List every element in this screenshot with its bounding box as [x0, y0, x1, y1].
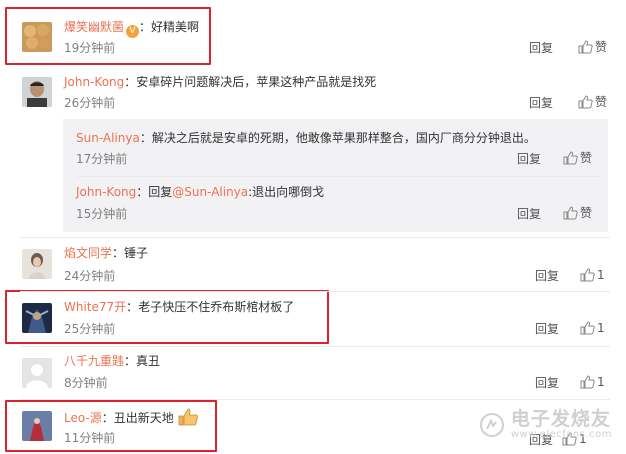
reply-line: Sun-Alinya：解决之后就是安卓的死期，他敢像苹果那样整合，国内厂商分分钟…: [76, 130, 536, 146]
thumbs-up-icon: [580, 268, 595, 282]
comment-text: 好精美啊: [151, 20, 200, 34]
comment-line: Leo-源：丑出新天地: [64, 408, 199, 430]
reply-button[interactable]: 回复: [517, 151, 541, 167]
timestamp: 11分钟前: [64, 431, 116, 445]
thumbs-up-icon: [580, 321, 595, 335]
divider: [76, 176, 601, 177]
comment-text: 真丑: [136, 354, 161, 368]
divider: [20, 346, 610, 347]
comment-line: John-Kong：安卓碎片问题解决后，苹果这种产品就是找死: [64, 74, 376, 90]
reply-button[interactable]: 回复: [529, 95, 553, 111]
divider: [20, 399, 610, 400]
comment-line: 八千九重韪：真丑: [64, 353, 160, 369]
comment-line: 爆笑幽默菌 V ：好精美啊: [64, 19, 199, 38]
watermark-url: www.elecfans.com: [510, 429, 612, 440]
verified-badge-icon: V: [126, 25, 140, 38]
colon-separator: ：: [139, 131, 152, 145]
like-count: 1: [597, 375, 605, 389]
timestamp: 24分钟前: [64, 269, 116, 283]
thumbs-up-icon: [580, 375, 595, 389]
username-link[interactable]: John-Kong: [76, 185, 136, 199]
timestamp: 15分钟前: [76, 207, 128, 221]
thumbs-up-icon: [578, 95, 593, 109]
timestamp: 25分钟前: [64, 322, 116, 336]
watermark-text: 电子发烧友: [510, 408, 611, 430]
colon-separator: ：: [126, 300, 139, 314]
like-button[interactable]: 1: [580, 320, 605, 336]
thumbs-up-icon: [563, 151, 578, 165]
timestamp: 8分钟前: [64, 376, 108, 390]
watermark: 电子发烧友 www.elecfans.com: [479, 409, 612, 440]
colon-separator: ：: [124, 354, 137, 368]
timestamp: 17分钟前: [76, 152, 128, 166]
username-link[interactable]: Sun-Alinya: [76, 131, 140, 145]
like-label: 赞: [580, 206, 593, 220]
divider: [20, 291, 610, 292]
timestamp: 26分钟前: [64, 96, 116, 110]
like-label: 赞: [595, 40, 608, 54]
like-button[interactable]: 赞: [578, 39, 607, 55]
reply-button[interactable]: 回复: [535, 268, 559, 284]
thumbs-up-emoji-icon: [177, 408, 199, 430]
like-button[interactable]: 赞: [563, 205, 592, 221]
like-button[interactable]: 1: [580, 267, 605, 283]
thumbs-up-icon: [563, 206, 578, 220]
colon-separator: ：: [101, 411, 114, 425]
reply-line: John-Kong：回复@Sun-Alinya:退出向哪倒戈: [76, 184, 324, 200]
username-link[interactable]: 焰文同学: [64, 246, 112, 260]
avatar[interactable]: [22, 358, 52, 388]
like-label: 赞: [580, 151, 593, 165]
like-button[interactable]: 1: [580, 374, 605, 390]
avatar[interactable]: [22, 411, 52, 441]
colon-separator: ：: [136, 185, 149, 199]
like-button[interactable]: 赞: [578, 94, 607, 110]
username-link[interactable]: Leo-源: [64, 411, 102, 425]
comment-text: 老子快压不住乔布斯棺材板了: [138, 300, 295, 314]
reply-button[interactable]: 回复: [517, 206, 541, 222]
comment-text: 安卓碎片问题解决后，苹果这种产品就是找死: [136, 75, 377, 89]
avatar[interactable]: [22, 22, 52, 52]
username-link[interactable]: 八千九重韪: [64, 354, 124, 368]
comment-text: 锤子: [124, 246, 149, 260]
colon-separator: ：: [139, 20, 152, 34]
thumbs-up-icon: [578, 40, 593, 54]
reply-text: :退出向哪倒戈: [248, 185, 325, 199]
like-count: 1: [597, 268, 605, 282]
reply-button[interactable]: 回复: [535, 321, 559, 337]
reply-text: 解决之后就是安卓的死期，他敢像苹果那样整合，国内厂商分分钟退出。: [151, 131, 536, 145]
username-link[interactable]: White77开: [64, 300, 126, 314]
reply-prefix: 回复: [148, 185, 173, 199]
comment-text: 丑出新天地: [113, 411, 174, 425]
reply-button[interactable]: 回复: [529, 40, 553, 56]
reply-thread: Sun-Alinya：解决之后就是安卓的死期，他敢像苹果那样整合，国内厂商分分钟…: [63, 119, 608, 232]
avatar[interactable]: [22, 303, 52, 333]
timestamp: 19分钟前: [64, 41, 116, 55]
comment-line: White77开：老子快压不住乔布斯棺材板了: [64, 299, 294, 315]
like-label: 赞: [595, 95, 608, 109]
watermark-logo-icon: [479, 412, 504, 437]
like-button[interactable]: 赞: [563, 150, 592, 166]
mention-link[interactable]: @Sun-Alinya: [172, 185, 248, 199]
divider: [20, 237, 610, 238]
reply-button[interactable]: 回复: [535, 375, 559, 391]
colon-separator: ：: [124, 75, 137, 89]
comment-line: 焰文同学：锤子: [64, 245, 148, 261]
username-link[interactable]: 爆笑幽默菌: [64, 20, 124, 34]
like-count: 1: [597, 321, 605, 335]
avatar[interactable]: [22, 77, 52, 107]
avatar[interactable]: [22, 249, 52, 279]
colon-separator: ：: [112, 246, 125, 260]
username-link[interactable]: John-Kong: [64, 75, 124, 89]
